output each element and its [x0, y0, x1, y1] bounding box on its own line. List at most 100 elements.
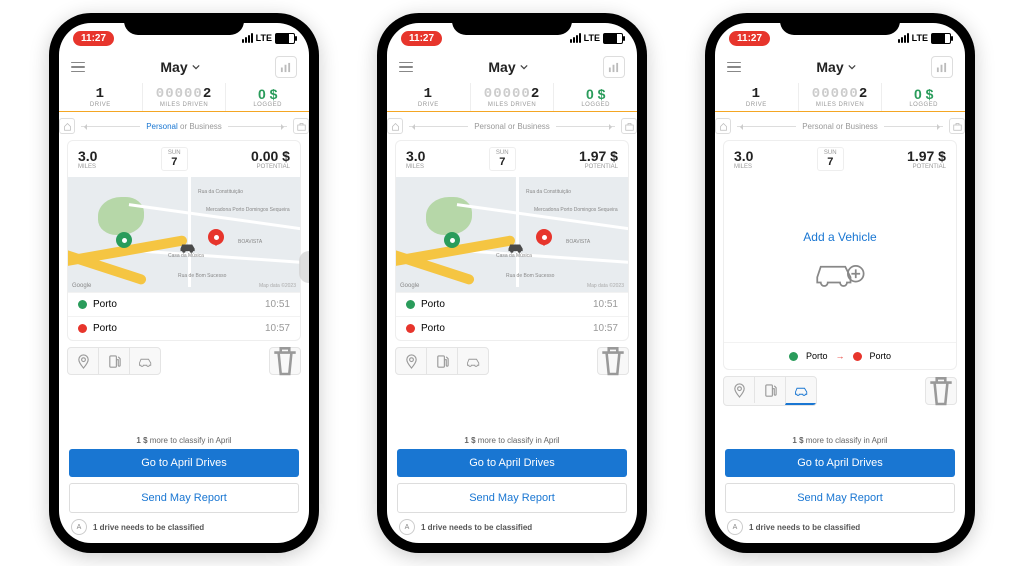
- tool-fuel[interactable]: [426, 348, 457, 374]
- google-logo: Google: [72, 283, 91, 289]
- drive-map[interactable]: Rua da Constituição Mercadona Porto Domi…: [396, 177, 628, 292]
- send-report-button[interactable]: Send May Report: [69, 483, 299, 513]
- start-location[interactable]: Porto10:51: [396, 292, 628, 316]
- car-icon: [506, 239, 526, 260]
- stat-drive[interactable]: 1DRIVE: [387, 83, 470, 111]
- auto-badge-icon: A: [399, 519, 415, 535]
- start-pin-icon: [116, 232, 132, 248]
- drive-map[interactable]: Rua da Constituição Mercadona Porto Domi…: [68, 177, 300, 292]
- delete-button[interactable]: [925, 377, 957, 405]
- signal-icon: [242, 33, 253, 43]
- auto-badge-icon: A: [71, 519, 87, 535]
- auto-badge-icon: A: [727, 519, 743, 535]
- swipe-hint: Personal or Business: [715, 112, 965, 140]
- stats-row: 1DRIVE 000002MILES DRIVEN 0 $LOGGED: [387, 83, 637, 112]
- stat-miles[interactable]: 000002MILES DRIVEN: [470, 83, 554, 111]
- tool-fuel[interactable]: [98, 348, 129, 374]
- chevron-down-icon: [192, 63, 200, 71]
- status-time: 11:27: [401, 31, 442, 46]
- classify-note: 1 $ more to classify in April: [397, 436, 627, 445]
- month-selector[interactable]: May: [816, 59, 855, 75]
- arrow-right-icon: →: [836, 351, 845, 361]
- tool-vehicle[interactable]: [457, 348, 488, 374]
- status-time: 11:27: [729, 31, 770, 46]
- card-miles: 3.0MILES: [734, 148, 753, 170]
- battery-icon: [931, 33, 951, 44]
- tool-vehicle[interactable]: [129, 348, 160, 374]
- month-selector[interactable]: May: [160, 59, 199, 75]
- battery-icon: [603, 33, 623, 44]
- menu-icon[interactable]: [399, 62, 413, 73]
- home-icon: [715, 118, 731, 134]
- stats-button[interactable]: [603, 56, 625, 78]
- tool-vehicle[interactable]: [785, 377, 816, 405]
- tool-fuel[interactable]: [754, 377, 785, 403]
- menu-icon[interactable]: [727, 62, 741, 73]
- end-pin-icon: [208, 229, 224, 245]
- stats-row: 1 DRIVE 000002 MILES DRIVEN 0 $ LOGGED: [59, 83, 309, 112]
- go-to-april-button[interactable]: Go to April Drives: [69, 449, 299, 477]
- phone-3: 11:27 LTE May 1DRIVE 000002MILES DRIVEN …: [705, 13, 975, 553]
- signal-icon: [570, 33, 581, 43]
- swipe-hint: Personal or Business: [59, 112, 309, 140]
- card-date: SUN7: [161, 147, 188, 171]
- end-location[interactable]: Porto10:57: [396, 316, 628, 340]
- card-potential: 1.97 $POTENTIAL: [907, 148, 946, 170]
- chevron-down-icon: [848, 63, 856, 71]
- phone-1: 11:27 LTE May 1 DRIVE 000002 MILES DRIVE…: [49, 13, 319, 553]
- send-report-button[interactable]: Send May Report: [725, 483, 955, 513]
- footer-note: A 1 drive needs to be classified: [69, 519, 299, 535]
- go-to-april-button[interactable]: Go to April Drives: [397, 449, 627, 477]
- car-icon: [178, 239, 198, 260]
- assistive-touch-icon[interactable]: [299, 251, 309, 283]
- add-vehicle-pane[interactable]: Add a Vehicle: [724, 177, 956, 342]
- card-date: SUN7: [817, 147, 844, 171]
- card-toolbar: [67, 347, 301, 375]
- start-pin-icon: [444, 232, 460, 248]
- dot-green-icon: [406, 300, 415, 309]
- briefcase-icon: [293, 118, 309, 134]
- stat-drive[interactable]: 1DRIVE: [715, 83, 798, 111]
- tool-location[interactable]: [68, 348, 98, 374]
- card-potential: 0.00 $POTENTIAL: [251, 148, 290, 170]
- card-miles: 3.0MILES: [78, 148, 97, 170]
- end-location[interactable]: Porto 10:57: [68, 316, 300, 340]
- stats-button[interactable]: [275, 56, 297, 78]
- add-vehicle-label: Add a Vehicle: [803, 230, 876, 244]
- menu-icon[interactable]: [71, 62, 85, 73]
- battery-icon: [275, 33, 295, 44]
- stat-logged[interactable]: 0 $ LOGGED: [225, 83, 309, 111]
- car-plus-icon: [812, 254, 868, 290]
- classify-note: 1 $ more to classify in April: [69, 436, 299, 445]
- drive-card[interactable]: 3.0MILES SUN7 1.97 $POTENTIAL Rua da Con…: [395, 140, 629, 341]
- start-location[interactable]: Porto 10:51: [68, 292, 300, 316]
- stat-drive[interactable]: 1 DRIVE: [59, 83, 142, 111]
- stat-logged[interactable]: 0 $LOGGED: [553, 83, 637, 111]
- notch: [780, 13, 900, 35]
- card-date: SUN7: [489, 147, 516, 171]
- card-toolbar: [723, 376, 957, 406]
- drive-card[interactable]: 3.0MILES SUN7 1.97 $POTENTIAL Add a Vehi…: [723, 140, 957, 370]
- send-report-button[interactable]: Send May Report: [397, 483, 627, 513]
- dot-red-icon: [406, 324, 415, 333]
- stats-row: 1DRIVE 000002MILES DRIVEN 0 $LOGGED: [715, 83, 965, 112]
- stats-button[interactable]: [931, 56, 953, 78]
- go-to-april-button[interactable]: Go to April Drives: [725, 449, 955, 477]
- dot-green-icon: [789, 352, 798, 361]
- google-logo: Google: [400, 283, 419, 289]
- delete-button[interactable]: [269, 347, 301, 375]
- stat-logged[interactable]: 0 $LOGGED: [881, 83, 965, 111]
- stat-miles[interactable]: 000002MILES DRIVEN: [798, 83, 882, 111]
- phone-2: 11:27 LTE May 1DRIVE 000002MILES DRIVEN …: [377, 13, 647, 553]
- delete-button[interactable]: [597, 347, 629, 375]
- dot-green-icon: [78, 300, 87, 309]
- tool-location[interactable]: [724, 377, 754, 403]
- tool-location[interactable]: [396, 348, 426, 374]
- chevron-down-icon: [520, 63, 528, 71]
- month-selector[interactable]: May: [488, 59, 527, 75]
- stat-miles[interactable]: 000002 MILES DRIVEN: [142, 83, 226, 111]
- home-icon: [387, 118, 403, 134]
- dot-red-icon: [853, 352, 862, 361]
- notch: [452, 13, 572, 35]
- drive-card[interactable]: 3.0MILES SUN7 0.00 $POTENTIAL Rua da Con…: [67, 140, 301, 341]
